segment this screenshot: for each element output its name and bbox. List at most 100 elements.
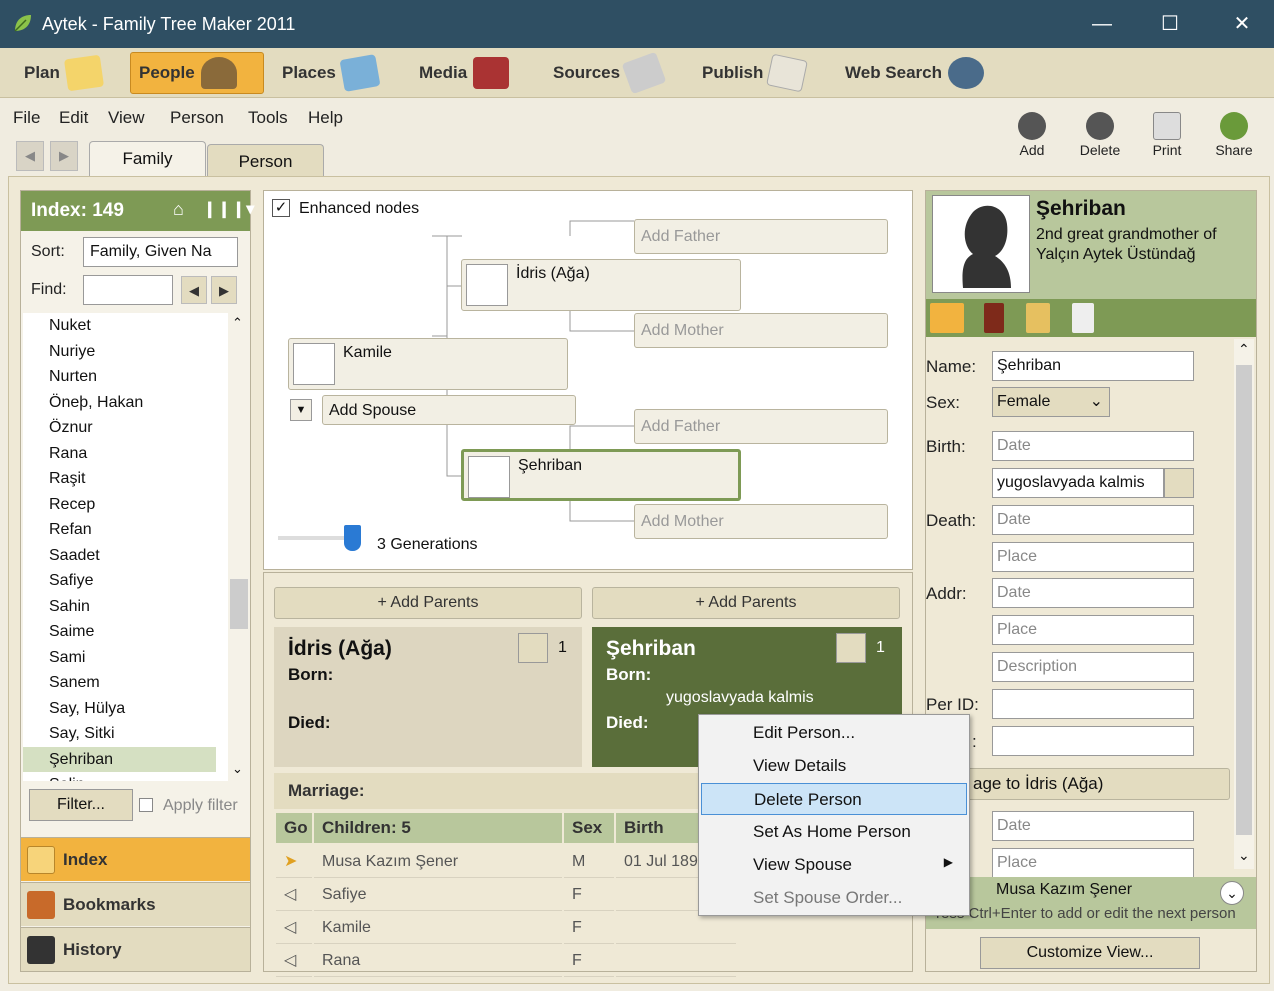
birth-place-field[interactable]: yugoslavyada kalmis (992, 468, 1164, 498)
name-list-scrollbar[interactable]: ⌃ ⌄ (228, 313, 248, 781)
customize-view-button[interactable]: Customize View... (980, 937, 1200, 969)
add-mother-node-1[interactable]: Add Mother (634, 313, 888, 348)
list-item[interactable]: Say, Sitki (23, 721, 228, 747)
go-arrow-icon[interactable]: ◁ (276, 911, 312, 944)
find-input[interactable] (83, 275, 173, 305)
tree-node-idris[interactable]: İdris (Ağa) (461, 259, 741, 311)
menu-view-details[interactable]: View Details (701, 750, 967, 782)
menu-view[interactable]: View (108, 108, 145, 128)
menu-help[interactable]: Help (308, 108, 343, 128)
child-sex[interactable]: F (564, 911, 614, 944)
name-field[interactable]: Şehriban (992, 351, 1194, 381)
list-item[interactable]: Sahin (23, 594, 228, 620)
list-item[interactable]: Öznur (23, 415, 228, 441)
scroll-down-icon[interactable]: ⌄ (232, 761, 243, 777)
go-arrow-icon[interactable]: ◁ (276, 878, 312, 911)
tab-plan[interactable]: Plan (16, 52, 110, 94)
add-spouse-node[interactable]: Add Spouse (322, 395, 576, 425)
child-name[interactable]: Musa Kazım Şener (314, 845, 562, 878)
person-photo[interactable] (932, 195, 1030, 293)
menu-edit[interactable]: Edit (59, 108, 88, 128)
add-mother-node-2[interactable]: Add Mother (634, 504, 888, 539)
add-father-node-1[interactable]: Add Father (634, 219, 888, 254)
tree-node-sehriban[interactable]: Şehriban (461, 449, 741, 501)
sort-select[interactable]: Family, Given Na (83, 237, 238, 267)
scroll-thumb[interactable] (230, 579, 248, 629)
generations-slider-thumb[interactable] (344, 525, 361, 551)
bookmarks-button[interactable]: Bookmarks (21, 882, 250, 926)
person-photo-icon[interactable] (518, 633, 548, 663)
forward-button[interactable]: ▶ (50, 141, 78, 171)
history-button[interactable]: History (21, 927, 250, 971)
back-button[interactable]: ◀ (16, 141, 44, 171)
perid-field[interactable] (992, 689, 1194, 719)
menu-set-home-person[interactable]: Set As Home Person (701, 816, 967, 848)
tab-people[interactable]: People (130, 52, 264, 94)
child-name[interactable]: Kamile (314, 911, 562, 944)
edit-notes-icon[interactable] (930, 303, 964, 333)
child-sex[interactable]: F (564, 878, 614, 911)
name-list[interactable]: Nuket Nuriye Nurten Öneþ, Hakan Öznur Rana Raş… (23, 313, 228, 781)
child-name[interactable]: Safiye (314, 878, 562, 911)
list-item[interactable]: Safiye (23, 568, 228, 594)
delete-button[interactable]: Delete (1075, 112, 1125, 158)
person-photo-icon[interactable] (836, 633, 866, 663)
menu-delete-person[interactable]: Delete Person (701, 783, 967, 815)
minimize-button[interactable]: — (1090, 12, 1114, 36)
addr-date-field[interactable]: Date (992, 578, 1194, 608)
list-item[interactable]: Nuket (23, 313, 228, 339)
scroll-thumb[interactable] (1236, 365, 1252, 835)
tab-sources[interactable]: Sources (545, 51, 670, 95)
list-item[interactable]: Nuriye (23, 339, 228, 365)
list-item[interactable]: Recep (23, 492, 228, 518)
sex-select[interactable]: Female ⌄ (992, 387, 1110, 417)
tab-family[interactable]: Family (89, 141, 206, 177)
close-button[interactable]: ✕ (1230, 12, 1254, 36)
list-item[interactable]: Refan (23, 517, 228, 543)
list-item[interactable]: Öneþ, Hakan (23, 390, 228, 416)
place-lookup-icon[interactable] (1164, 468, 1194, 498)
tree-node-kamile[interactable]: Kamile (288, 338, 568, 390)
add-parents-wife-button[interactable]: + Add Parents (592, 587, 900, 619)
tab-media[interactable]: Media (411, 52, 517, 94)
add-parents-husband-button[interactable]: + Add Parents (274, 587, 582, 619)
list-item[interactable]: Say, Hülya (23, 696, 228, 722)
print-button[interactable]: Print (1142, 112, 1192, 158)
find-next-button[interactable]: ▶ (211, 276, 237, 304)
scroll-up-icon[interactable]: ⌃ (1238, 341, 1250, 358)
apply-filter-checkbox[interactable] (139, 798, 153, 812)
child-birth[interactable] (616, 944, 736, 977)
maximize-button[interactable]: ☐ (1158, 12, 1182, 36)
tag-icon[interactable] (1072, 303, 1094, 333)
menu-file[interactable]: File (13, 108, 40, 128)
marriage-date-field[interactable]: Date (992, 811, 1194, 841)
menu-tools[interactable]: Tools (248, 108, 288, 128)
expand-icon[interactable]: ⌄ (1220, 881, 1244, 905)
find-prev-button[interactable]: ◀ (181, 276, 207, 304)
share-button[interactable]: Share (1209, 112, 1259, 158)
scroll-up-icon[interactable]: ⌃ (232, 315, 243, 331)
add-button[interactable]: Add (1007, 112, 1057, 158)
add-father-node-2[interactable]: Add Father (634, 409, 888, 444)
editor-scrollbar[interactable]: ⌃ ⌄ (1234, 339, 1254, 869)
child-sex[interactable]: F (564, 944, 614, 977)
menu-view-spouse[interactable]: View Spouse ▶ (701, 849, 967, 881)
addr-description-field[interactable]: Description (992, 652, 1194, 682)
col-sex[interactable]: Sex (564, 813, 614, 843)
col-children[interactable]: Children: 5 (314, 813, 562, 843)
marriage-place-field[interactable]: Place (992, 848, 1194, 878)
list-item[interactable]: Sami (23, 645, 228, 671)
birth-date-field[interactable]: Date (992, 431, 1194, 461)
menu-edit-person[interactable]: Edit Person... (701, 717, 967, 749)
list-item[interactable]: Raşit (23, 466, 228, 492)
list-item[interactable]: Saadet (23, 543, 228, 569)
tab-places[interactable]: Places (274, 52, 386, 94)
list-item[interactable]: Sanem (23, 670, 228, 696)
death-date-field[interactable]: Date (992, 505, 1194, 535)
child-sex[interactable]: M (564, 845, 614, 878)
filter-button[interactable]: Filter... (29, 789, 133, 821)
home-icon[interactable]: ⌂ (173, 199, 184, 220)
tab-person[interactable]: Person (207, 144, 324, 177)
index-button[interactable]: Index (21, 837, 250, 881)
go-arrow-icon[interactable]: ◁ (276, 944, 312, 977)
